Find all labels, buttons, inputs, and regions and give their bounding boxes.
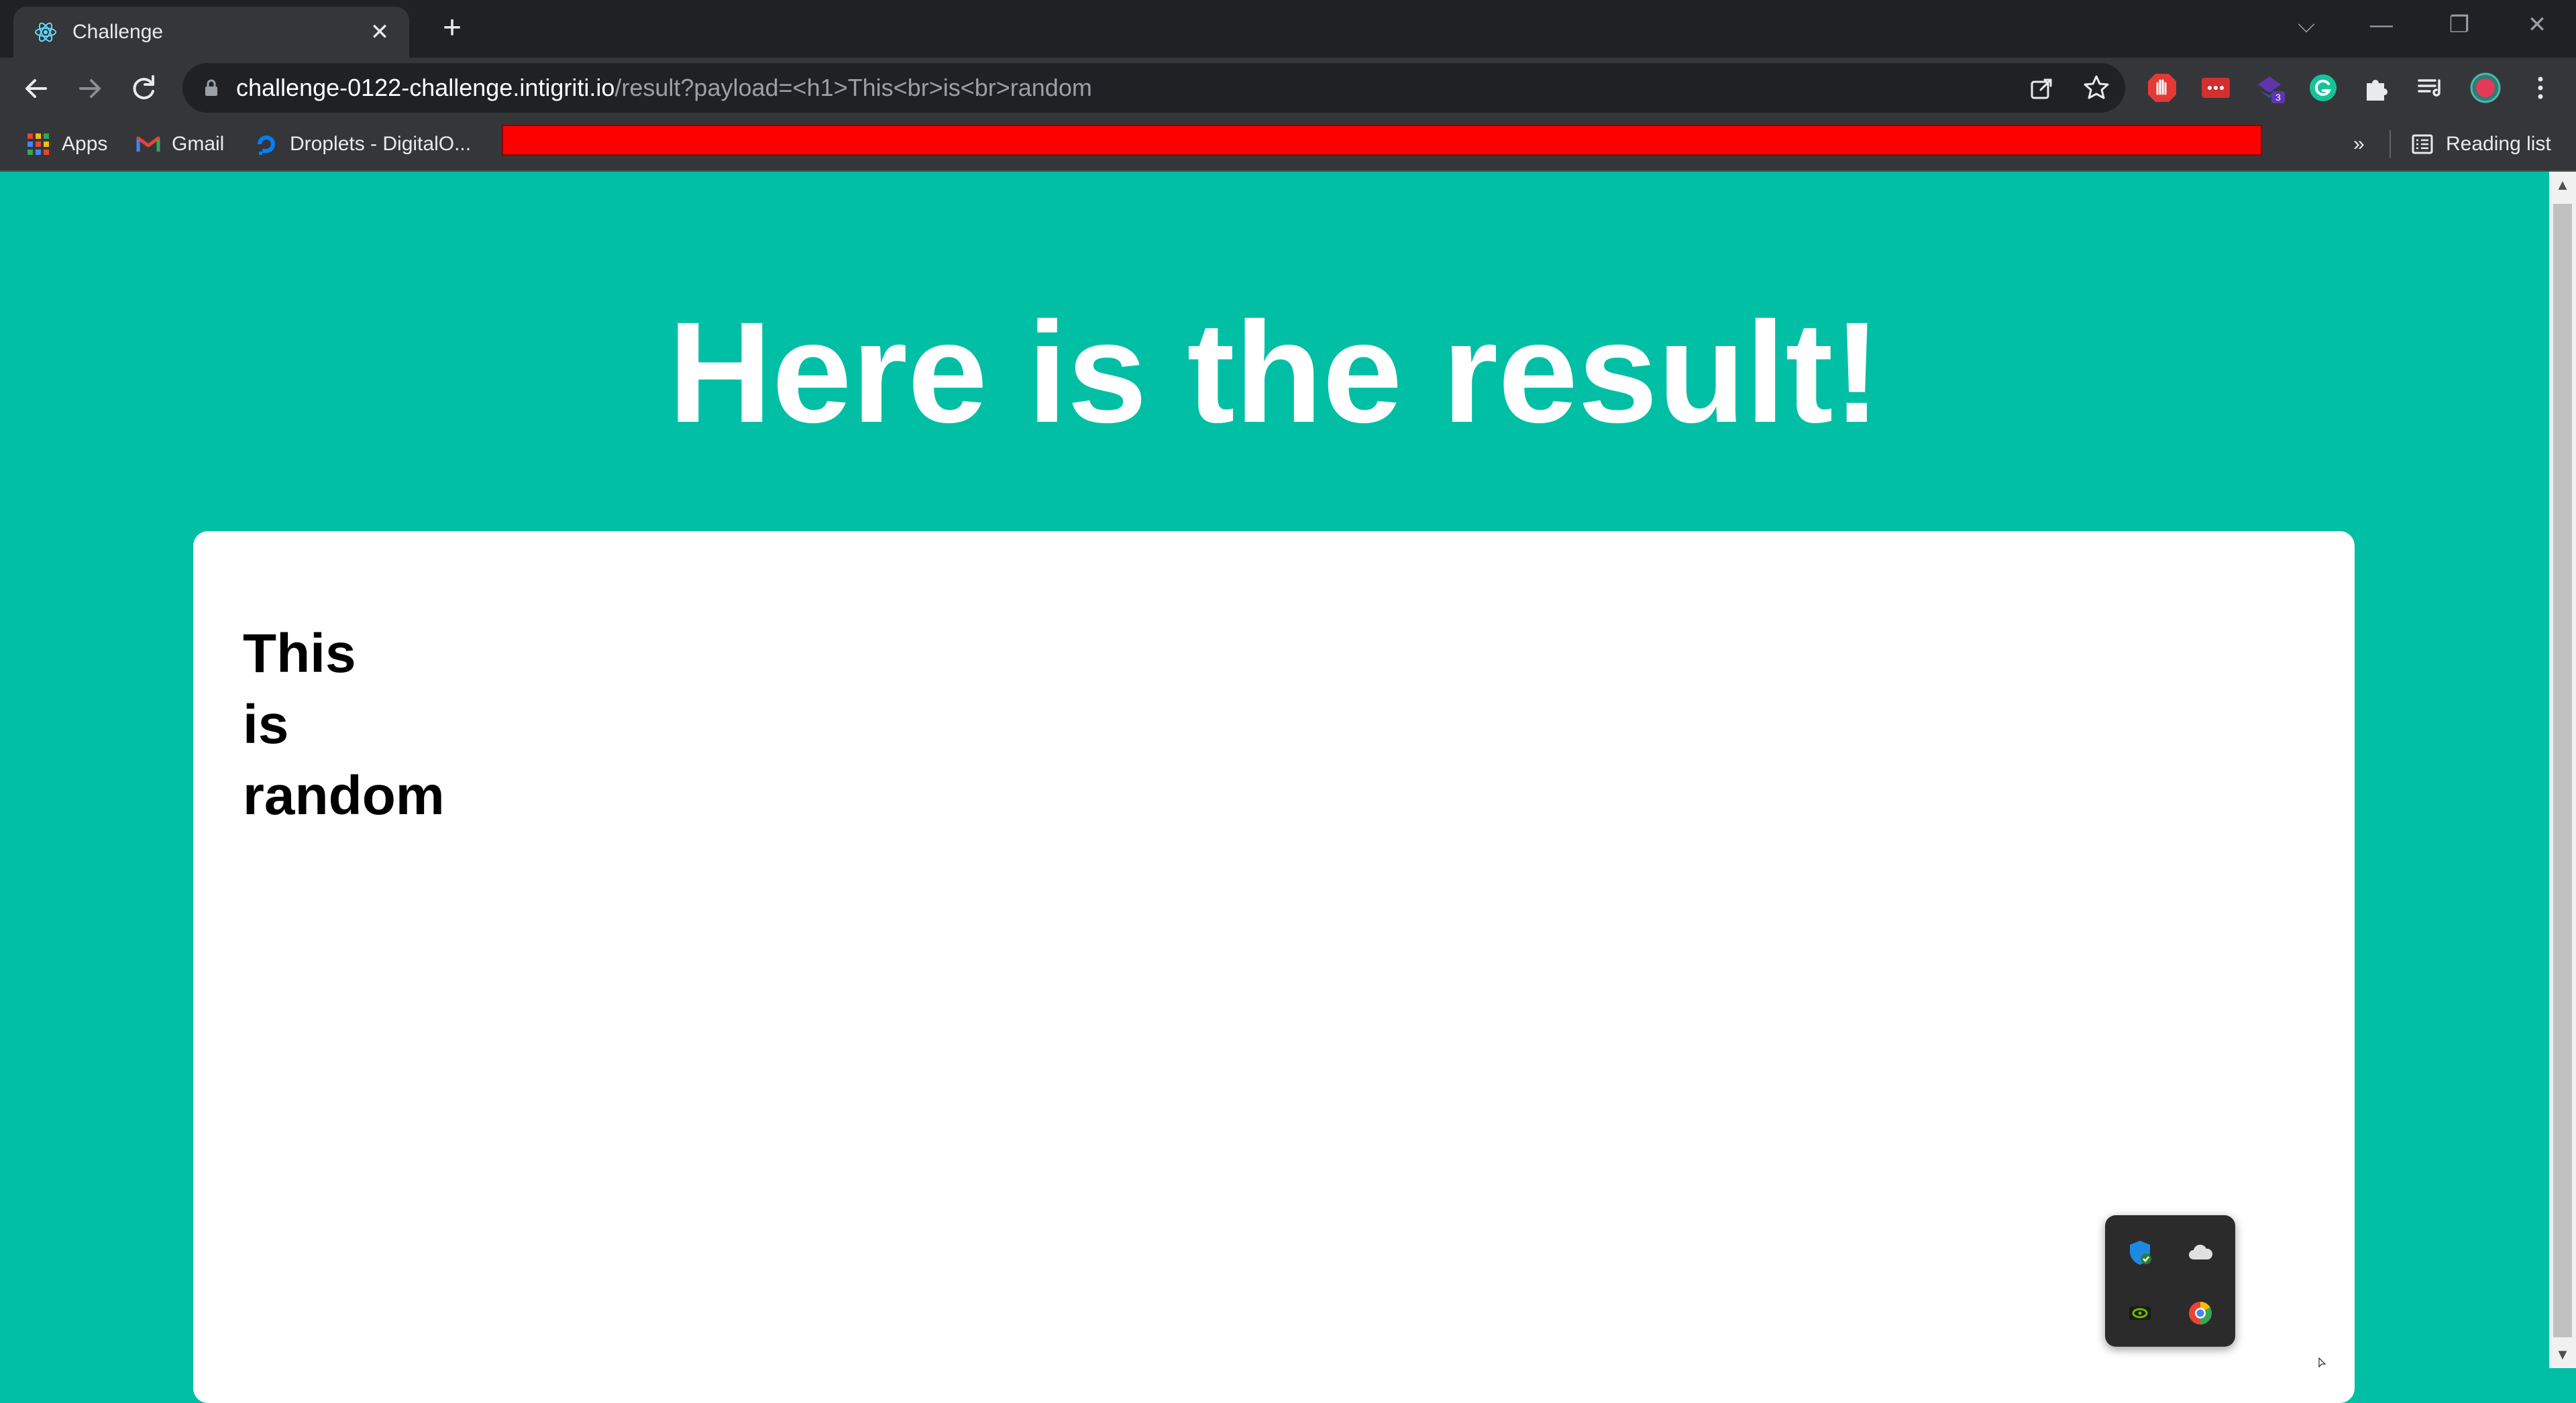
- scrollbar-thumb[interactable]: [2553, 204, 2572, 1337]
- reading-list-label: Reading list: [2446, 133, 2551, 155]
- bookmark-gmail[interactable]: Gmail: [136, 130, 224, 158]
- extension-badge: 3: [2275, 92, 2281, 103]
- browser-toolbar: challenge-0122-challenge.intigriti.io/re…: [0, 58, 2576, 118]
- forward-arrow-icon[interactable]: [70, 68, 110, 109]
- more-menu-icon[interactable]: [2524, 71, 2557, 105]
- result-output: This is random: [243, 618, 445, 832]
- onedrive-cloud-icon[interactable]: [2186, 1238, 2215, 1268]
- gmail-icon: [136, 136, 160, 152]
- reading-list-icon: [2412, 134, 2433, 154]
- media-control-icon[interactable]: [2414, 71, 2447, 105]
- system-tray-popup: [2105, 1215, 2235, 1347]
- bookmark-droplets-label: Droplets - DigitalO...: [290, 133, 472, 155]
- extensions-puzzle-icon[interactable]: [2360, 71, 2394, 105]
- bookmark-star-icon[interactable]: [2081, 72, 2112, 103]
- page-content: Here is the result! This is random: [0, 172, 2549, 1403]
- bookmark-apps[interactable]: Apps: [25, 130, 107, 158]
- scroll-up-arrow-icon[interactable]: ▲: [2549, 172, 2576, 199]
- minimize-button[interactable]: —: [2361, 8, 2402, 42]
- react-icon: [35, 22, 56, 42]
- reload-icon[interactable]: [123, 68, 164, 109]
- lastpass-extension-icon[interactable]: [2199, 71, 2233, 105]
- page-heading: Here is the result!: [668, 292, 1881, 453]
- chrome-remote-icon[interactable]: [2186, 1298, 2215, 1328]
- tab-search-icon[interactable]: ⌵: [2286, 8, 2326, 42]
- tab-close-icon[interactable]: ✕: [366, 19, 393, 46]
- url-host: challenge-0122-challenge.intigriti.io: [236, 74, 615, 101]
- url-path: /result?payload=<h1>This<br>is<br>random: [614, 74, 1092, 101]
- result-card: This is random: [193, 531, 2355, 1403]
- share-icon[interactable]: [2026, 72, 2057, 103]
- close-window-button[interactable]: ✕: [2517, 8, 2557, 42]
- bookmark-droplets[interactable]: Droplets - DigitalO...: [254, 130, 471, 158]
- chevron-double-right-icon: »: [2353, 133, 2365, 155]
- result-line: random: [243, 765, 445, 826]
- restore-button[interactable]: ❐: [2439, 8, 2479, 42]
- windows-security-icon[interactable]: [2125, 1238, 2155, 1268]
- vertical-scrollbar[interactable]: ▲ ▼: [2549, 172, 2576, 1368]
- grammarly-icon[interactable]: [2306, 71, 2340, 105]
- result-line: is: [243, 694, 289, 755]
- purple-extension-icon[interactable]: 3: [2253, 71, 2286, 105]
- title-bar: Challenge ✕ + ⌵ — ❐ ✕: [0, 0, 2576, 58]
- apps-grid-icon: [28, 133, 49, 155]
- bookmark-apps-label: Apps: [62, 133, 108, 155]
- bookmarks-overflow-button[interactable]: »: [2353, 130, 2365, 158]
- red-redaction-bar: [502, 125, 2262, 156]
- stop-hand-extension-icon[interactable]: [2145, 71, 2179, 105]
- url-text[interactable]: challenge-0122-challenge.intigriti.io/re…: [236, 76, 1092, 100]
- tab-title: Challenge: [72, 21, 164, 43]
- scroll-down-arrow-icon[interactable]: ▼: [2549, 1341, 2576, 1368]
- address-bar[interactable]: challenge-0122-challenge.intigriti.io/re…: [182, 63, 2125, 113]
- mouse-cursor-icon: [2318, 1357, 2326, 1368]
- profile-avatar[interactable]: [2469, 71, 2502, 105]
- result-line: This: [243, 623, 356, 684]
- lock-icon[interactable]: [201, 78, 221, 98]
- bookmarks-divider: [2390, 130, 2391, 158]
- back-arrow-icon[interactable]: [16, 68, 56, 109]
- reading-list-button[interactable]: Reading list: [2410, 130, 2551, 158]
- digitalocean-icon: [258, 135, 275, 155]
- new-tab-button[interactable]: +: [436, 12, 468, 46]
- nvidia-icon[interactable]: [2125, 1298, 2155, 1328]
- browser-tab[interactable]: Challenge ✕: [13, 7, 409, 58]
- bookmark-gmail-label: Gmail: [172, 133, 225, 155]
